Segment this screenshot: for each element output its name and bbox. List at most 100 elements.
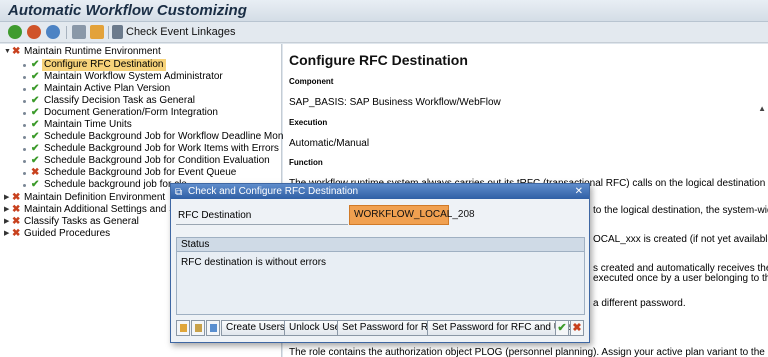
- checkmark-icon: ✔: [31, 119, 40, 130]
- event-linkage-icon[interactable]: [112, 25, 123, 39]
- create-users-button[interactable]: Create Users: [221, 320, 290, 336]
- toolbar: Check Event Linkages: [0, 22, 768, 43]
- tree-item-label: Schedule Background Job for Work Items w…: [44, 143, 279, 154]
- tree-item-label: Maintain Workflow System Administrator: [44, 71, 223, 82]
- tree-item-label: Maintain Time Units: [44, 119, 132, 130]
- doc-heading: Configure RFC Destination: [289, 52, 468, 68]
- error-x-icon: ✖: [31, 167, 40, 178]
- tree-item-label: Document Generation/Form Integration: [44, 107, 218, 118]
- bullet-icon: [23, 184, 26, 187]
- status-header: Status: [177, 238, 584, 252]
- tree-node-label: Classify Tasks as General: [24, 216, 139, 227]
- error-x-icon: ✖: [12, 216, 21, 227]
- tree-item[interactable]: ✔ Document Generation/Form Integration: [0, 107, 282, 119]
- hierarchy-icon[interactable]: [72, 25, 86, 39]
- dialog-window-icon: ⧉: [175, 187, 183, 198]
- collapsed-caret-icon[interactable]: ▶: [4, 194, 11, 202]
- refresh-icon[interactable]: [46, 25, 60, 39]
- bullet-icon: [23, 100, 26, 103]
- tree-item-label: Schedule background job for cle: [44, 179, 187, 190]
- tree-item[interactable]: ✔ Maintain Workflow System Administrator: [0, 71, 282, 83]
- dialog-title-bar[interactable]: ⧉ Check and Configure RFC Destination ✕: [171, 184, 589, 199]
- collapsed-caret-icon[interactable]: ▶: [4, 206, 11, 214]
- tree-item-label: Schedule Background Job for Condition Ev…: [44, 155, 270, 166]
- bullet-icon: [23, 64, 26, 67]
- tree-item[interactable]: ✔ Schedule Background Job for Workflow D…: [0, 131, 311, 143]
- dialog-button-bar: Create Users Unlock User Set Password fo…: [176, 320, 585, 338]
- bullet-icon: [23, 112, 26, 115]
- lock-icon-button[interactable]: [191, 320, 205, 336]
- checkmark-icon: ✔: [31, 83, 40, 94]
- doc-execution-label: Execution: [289, 118, 328, 127]
- doc-execution-value: Automatic/Manual: [289, 138, 370, 149]
- tree-item[interactable]: ✔ Maintain Active Plan Version: [0, 83, 282, 95]
- doc-function-label: Function: [289, 158, 323, 167]
- checkmark-icon: ✔: [31, 107, 40, 118]
- checkmark-icon: ✔: [31, 155, 40, 166]
- status-panel: Status RFC destination is without errors: [176, 237, 585, 315]
- doc-text-line: to the logical destination, the system-w…: [593, 205, 768, 216]
- stop-icon[interactable]: [27, 25, 41, 39]
- scroll-up-icon[interactable]: ▲: [758, 104, 766, 113]
- user-group-icon-button[interactable]: [206, 320, 220, 336]
- toolbar-separator: [66, 26, 67, 39]
- title-bar: Automatic Workflow Customizing: [0, 0, 768, 22]
- tree-item[interactable]: ✔ Schedule Background Job for Work Items…: [0, 143, 282, 155]
- user-icon-button[interactable]: [176, 320, 190, 336]
- doc-text-line: The role contains the authorization obje…: [289, 347, 768, 357]
- collapsed-caret-icon[interactable]: ▶: [4, 230, 11, 238]
- bullet-icon: [23, 76, 26, 79]
- rfc-destination-label: RFC Destination: [176, 207, 348, 225]
- close-icon[interactable]: ✕: [575, 184, 583, 199]
- expanded-caret-icon[interactable]: ▼: [4, 48, 11, 56]
- bullet-icon: [23, 172, 26, 175]
- tree-item-label: Schedule Background Job for Workflow Dea…: [44, 131, 311, 142]
- dialog-title: Check and Configure RFC Destination: [188, 186, 359, 197]
- error-x-icon: ✖: [12, 228, 21, 239]
- tree-item-label: Schedule Background Job for Event Queue: [44, 167, 237, 178]
- rfc-dialog: ⧉ Check and Configure RFC Destination ✕ …: [170, 183, 590, 343]
- collapsed-caret-icon[interactable]: ▶: [4, 218, 11, 226]
- bullet-icon: [23, 88, 26, 91]
- checkmark-icon: ✔: [31, 59, 40, 70]
- doc-component-label: Component: [289, 77, 334, 86]
- tree-node-label: Maintain Definition Environment: [24, 192, 166, 203]
- error-x-icon: ✖: [12, 46, 21, 57]
- checkmark-icon: ✔: [31, 95, 40, 106]
- checkmark-icon: ✔: [31, 131, 40, 142]
- window-title: Automatic Workflow Customizing: [8, 2, 247, 19]
- rfc-destination-field[interactable]: WORKFLOW_LOCAL_208: [349, 205, 475, 225]
- toolbar-separator: [108, 26, 109, 39]
- tree-item[interactable]: ✔ Classify Decision Task as General: [0, 95, 282, 107]
- tree-node-runtime-environment[interactable]: ▼ ✖ Maintain Runtime Environment: [0, 46, 282, 58]
- tree-item-label: Configure RFC Destination: [42, 59, 166, 71]
- bullet-icon: [23, 160, 26, 163]
- tree-item-configure-rfc[interactable]: ✔ Configure RFC Destination: [0, 59, 282, 71]
- error-x-icon: ✖: [12, 204, 21, 215]
- doc-text-line: executed once by a user belonging to the: [593, 273, 768, 284]
- tree-item-label: Classify Decision Task as General: [44, 95, 195, 106]
- checkmark-icon: ✔: [31, 71, 40, 82]
- bullet-icon: [23, 136, 26, 139]
- error-x-icon: ✖: [12, 192, 21, 203]
- tree-item[interactable]: ✔ Schedule Background Job for Condition …: [0, 155, 282, 167]
- status-message: RFC destination is without errors: [181, 257, 327, 268]
- checkmark-icon: ✔: [31, 179, 40, 190]
- doc-text-line: a different password.: [593, 298, 686, 309]
- tree-node-label: Guided Procedures: [24, 228, 111, 239]
- cancel-x-icon[interactable]: ✖: [570, 320, 584, 336]
- check-event-linkages-button[interactable]: Check Event Linkages: [126, 26, 235, 38]
- confirm-check-icon[interactable]: ✔: [555, 320, 569, 336]
- tree-node-label: Maintain Runtime Environment: [24, 46, 161, 57]
- bullet-icon: [23, 124, 26, 127]
- configure-icon[interactable]: [90, 25, 104, 39]
- bullet-icon: [23, 148, 26, 151]
- tree-node-label: Maintain Additional Settings and Serv: [24, 204, 190, 215]
- tree-item-label: Maintain Active Plan Version: [44, 83, 171, 94]
- doc-text-line: OCAL_xxx is created (if not yet availabl…: [593, 234, 768, 245]
- doc-component-value: SAP_BASIS: SAP Business Workflow/WebFlow: [289, 97, 501, 108]
- checkmark-icon: ✔: [31, 143, 40, 154]
- tree-item[interactable]: ✖ Schedule Background Job for Event Queu…: [0, 167, 282, 179]
- tree-item[interactable]: ✔ Maintain Time Units: [0, 119, 282, 131]
- execute-icon[interactable]: [8, 25, 22, 39]
